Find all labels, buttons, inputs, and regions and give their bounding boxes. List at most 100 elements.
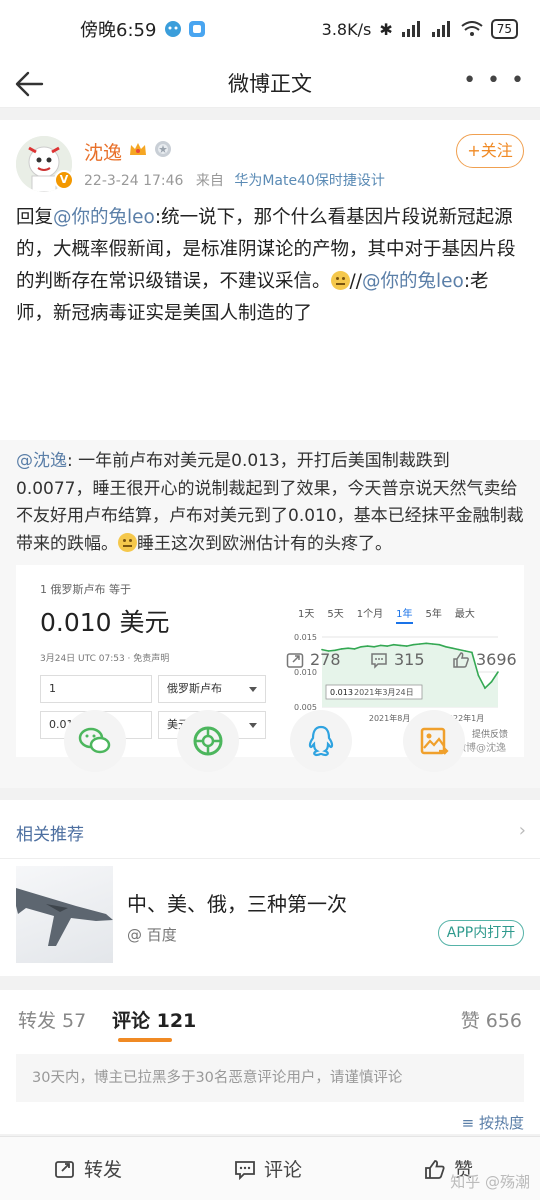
repost-count: 278 — [310, 650, 341, 669]
status-time: 傍晚6:59 — [80, 20, 157, 41]
mention-link[interactable]: @你的兔leo — [362, 271, 464, 292]
chart-data-point — [412, 643, 415, 646]
comment-icon — [235, 1160, 255, 1180]
chart-data-point — [445, 646, 447, 648]
chart-data-point — [379, 644, 382, 647]
comment-notice: 30天内，博主已拉黑多于30名恶意评论用户，请谨慎评论 — [16, 1054, 524, 1102]
mention-link[interactable]: @沈逸 — [16, 451, 67, 471]
repost-action[interactable]: 278 — [286, 650, 341, 669]
bot-face-icon — [165, 21, 182, 37]
thumbs-up-icon — [425, 1159, 445, 1179]
wifi-icon — [461, 21, 483, 36]
image-share-icon — [420, 727, 449, 755]
repost-icon — [286, 652, 304, 668]
fx-tab-active: 1年 — [396, 605, 413, 624]
share-wechat-button[interactable] — [64, 710, 126, 772]
post-meta: 22-3-24 17:46 来自 华为Mate40保时捷设计 — [84, 170, 385, 190]
chart-data-point — [490, 681, 493, 683]
fx-amount-input-1: 1 — [40, 675, 152, 703]
fighter-jet-image — [16, 888, 113, 946]
related-headline[interactable]: 中、美、俄，三种第一次 — [127, 888, 347, 917]
bluetooth-icon: ✱ — [379, 19, 393, 39]
chart-data-point — [432, 643, 434, 645]
post-text-part: // — [349, 271, 362, 292]
thumbs-up-icon — [453, 651, 469, 668]
repost-text: @沈逸: 一年前卢布对美元是0.013，开打后美国制裁跌到0.0077，睡王很开… — [16, 448, 524, 558]
chart-tooltip-date: 2021年3月24日 — [354, 687, 414, 697]
chart-data-point — [425, 642, 428, 645]
related-recommendation: 相关推荐 › 中、美、俄，三种第一次 @ 百度 APP内打开 — [0, 800, 540, 976]
related-thumbnail[interactable] — [16, 866, 113, 963]
wechat-icon — [78, 727, 111, 754]
repost-text-part: 睡王这次到欧洲估计有的头疼了。 — [137, 533, 392, 554]
comment-action[interactable]: 315 — [370, 650, 425, 669]
fx-tab: 1个月 — [356, 609, 384, 620]
chart-data-point — [366, 645, 369, 647]
status-right: 3.8K/s ✱ 75 — [322, 19, 518, 39]
status-notification-icons — [164, 20, 206, 38]
fx-tab: 最大 — [454, 609, 475, 620]
tab-reposts[interactable]: 转发 57 — [18, 1006, 86, 1033]
smile-emoji-icon — [118, 532, 137, 552]
chart-data-point — [373, 646, 375, 648]
bottom-repost-label: 转发 — [84, 1159, 123, 1181]
share-moments-button[interactable] — [177, 710, 239, 772]
chart-tooltip-value: 0.013 — [330, 688, 353, 697]
dropdown-caret-icon — [249, 687, 257, 692]
fx-tab: 5年 — [425, 609, 442, 620]
bottom-comment-button[interactable]: 评论 — [234, 1155, 302, 1182]
share-image-button[interactable] — [403, 710, 465, 772]
chart-y-tick-label: 0.015 — [294, 633, 317, 642]
chart-data-point — [399, 644, 402, 647]
more-options-icon[interactable]: • • • — [463, 68, 526, 93]
signal-icon — [401, 21, 420, 37]
fx-value: 0.010 美元 — [40, 608, 170, 637]
fx-tab: 1天 — [298, 609, 315, 620]
follow-button[interactable]: +关注 — [456, 134, 524, 168]
comment-icon — [371, 652, 387, 669]
page-title: 微博正文 — [228, 71, 312, 96]
share-qq-button[interactable] — [290, 710, 352, 772]
open-in-app-button[interactable]: APP内打开 — [438, 920, 524, 946]
chevron-right-icon[interactable]: › — [519, 820, 526, 841]
sort-label: 按热度 — [478, 1114, 524, 1132]
smile-emoji-icon — [330, 271, 350, 290]
title-bar: 微博正文 • • • — [0, 58, 540, 108]
bottom-repost-button[interactable]: 转发 — [54, 1155, 122, 1182]
fx-tab: 5天 — [327, 609, 344, 620]
chart-data-point — [451, 647, 454, 649]
chart-data-point — [386, 645, 388, 647]
user-badges — [128, 140, 172, 158]
like-action[interactable]: 3696 — [452, 650, 517, 669]
chart-data-point — [484, 687, 486, 689]
chart-data-point — [438, 643, 441, 646]
post-device[interactable]: 华为Mate40保时捷设计 — [234, 173, 385, 189]
username[interactable]: 沈逸 — [84, 138, 122, 165]
chart-data-point — [405, 645, 408, 647]
sort-by-heat[interactable]: ≡ 按热度 — [462, 1112, 524, 1133]
fx-unit-select-1: 俄罗斯卢布 — [158, 675, 266, 703]
mention-link[interactable]: @你的兔leo — [53, 207, 155, 228]
qq-penguin-icon — [308, 725, 334, 757]
tab-comments[interactable]: 评论 121 — [112, 1006, 196, 1033]
chart-data-point — [347, 647, 349, 649]
weibo-post: V 沈逸 22-3-24 17:46 来自 华为Mate40保时捷设计 +关注 … — [0, 120, 540, 788]
comment-notice-area: 30天内，博主已拉黑多于30名恶意评论用户，请谨慎评论 ≡ 按热度 — [0, 1048, 540, 1134]
sort-icon: ≡ — [461, 1114, 475, 1132]
post-text: 回复@你的兔leo:统一说下，那个什么看基因片段说新冠起源的，大概率假新闻，是标… — [16, 202, 524, 330]
active-tab-indicator — [118, 1038, 172, 1042]
from-label: 来自 — [195, 173, 224, 189]
status-bar: 傍晚6:59 3.8K/s ✱ 75 — [0, 0, 540, 58]
chart-data-point — [360, 646, 362, 648]
chart-data-point — [392, 643, 395, 646]
like-count: 3696 — [476, 650, 517, 669]
fx-range-tabs: 1天 5天 1个月 1年 5年 最大 — [298, 605, 475, 624]
tab-likes[interactable]: 赞 656 — [461, 1006, 522, 1033]
app-square-icon — [189, 21, 206, 37]
bottom-comment-label: 评论 — [264, 1159, 303, 1181]
repost-icon — [55, 1160, 74, 1178]
back-arrow-icon[interactable] — [12, 66, 48, 102]
post-actions: 278 315 3696 — [0, 650, 540, 678]
signal-icon-2 — [431, 21, 450, 37]
comment-count: 315 — [394, 650, 425, 669]
